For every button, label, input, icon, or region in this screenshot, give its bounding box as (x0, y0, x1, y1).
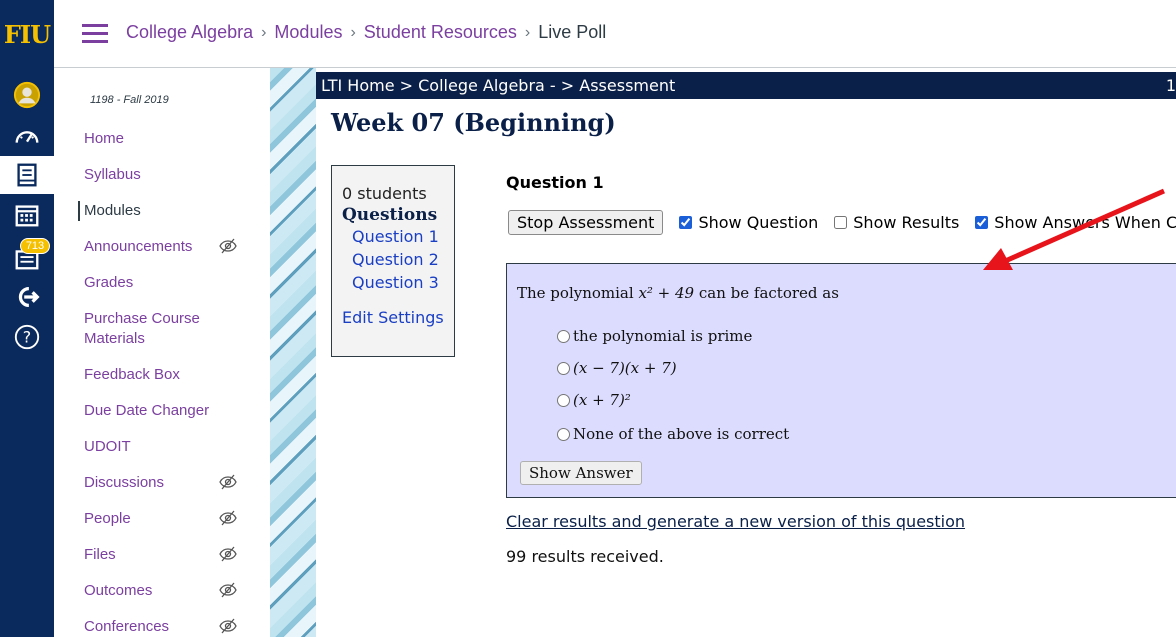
course-nav-label: Syllabus (84, 166, 141, 183)
help-icon[interactable]: ? (12, 322, 42, 352)
chevron-right-icon: › (350, 23, 356, 41)
prompt-text: can be factored as (694, 284, 839, 302)
course-nav-due-date-changer[interactable]: Due Date Changer (84, 401, 259, 421)
stop-assessment-button[interactable]: Stop Assessment (508, 210, 664, 235)
question-title: Question 1 (506, 173, 604, 192)
results-count: 99 results received. (506, 547, 664, 566)
decorative-background (270, 68, 316, 637)
answer-radio[interactable] (557, 427, 570, 441)
questions-heading: Questions (342, 205, 438, 225)
lti-breadcrumb-bar: LTI Home > College Algebra - > Assessmen… (316, 72, 1176, 99)
course-nav-modules[interactable]: Modules (78, 201, 253, 221)
course-nav-announcements[interactable]: Announcements (84, 237, 259, 257)
answer-choice-1[interactable]: the polynomial is prime (557, 327, 752, 345)
edit-settings-link[interactable]: Edit Settings (342, 308, 444, 327)
course-nav-syllabus[interactable]: Syllabus (84, 165, 259, 185)
hidden-eye-icon (219, 618, 237, 634)
answer-choice-label: (x − 7)(x + 7) (573, 359, 677, 377)
lti-bar-right-text: 1 (1165, 76, 1176, 95)
answer-radio[interactable] (557, 393, 570, 407)
question-link-1[interactable]: Question 1 (342, 225, 444, 248)
show-question-label: Show Question (698, 213, 819, 232)
course-nav-home[interactable]: Home (84, 129, 259, 149)
hidden-eye-icon (219, 582, 237, 598)
course-nav-label: Due Date Changer (84, 402, 210, 419)
course-nav-label: Purchase Course Materials (84, 310, 200, 347)
lti-breadcrumb[interactable]: LTI Home > College Algebra - > Assessmen… (321, 76, 675, 95)
fiu-logo[interactable]: FIU (0, 20, 54, 49)
breadcrumb-course[interactable]: College Algebra (126, 22, 253, 43)
show-results-checkbox[interactable] (834, 216, 848, 229)
courses-icon (12, 160, 42, 190)
hidden-eye-icon (219, 474, 237, 490)
course-nav-purchase-materials[interactable]: Purchase Course Materials (84, 309, 219, 349)
prompt-math: x² + 49 (638, 284, 695, 302)
commons-icon[interactable] (12, 282, 42, 312)
show-results-label: Show Results (853, 213, 960, 232)
course-nav-label: Modules (84, 202, 141, 219)
inbox-badge: 713 (20, 238, 50, 254)
annotation-arrow-icon (983, 188, 1166, 270)
account-icon[interactable] (12, 80, 42, 110)
lti-frame: LTI Home > College Algebra - > Assessmen… (316, 68, 1176, 637)
course-nav-outcomes[interactable]: Outcomes (84, 581, 259, 601)
course-nav-label: Feedback Box (84, 366, 180, 383)
question-link-2[interactable]: Question 2 (342, 248, 444, 271)
course-nav-conferences[interactable]: Conferences (84, 617, 259, 637)
answer-choice-2[interactable]: (x − 7)(x + 7) (557, 359, 677, 377)
course-nav-discussions[interactable]: Discussions (84, 473, 259, 493)
term-label: 1198 - Fall 2019 (90, 94, 169, 106)
course-header: College Algebra › Modules › Student Reso… (54, 0, 1176, 68)
course-nav-feedback-box[interactable]: Feedback Box (84, 365, 259, 385)
course-nav-people[interactable]: People (84, 509, 259, 529)
answer-choice-4[interactable]: None of the above is correct (557, 425, 789, 443)
hidden-eye-icon (219, 510, 237, 526)
course-nav-label: Conferences (84, 618, 170, 635)
hidden-eye-icon (219, 546, 237, 562)
hamburger-menu-icon[interactable] (82, 24, 108, 44)
course-nav-grades[interactable]: Grades (84, 273, 259, 293)
course-nav-label: People (84, 510, 131, 527)
answer-choice-label: (x + 7)² (573, 391, 631, 409)
chevron-right-icon: › (261, 23, 267, 41)
dashboard-icon[interactable] (12, 122, 42, 152)
course-nav-label: Grades (84, 274, 134, 291)
course-nav-label: Outcomes (84, 582, 153, 599)
global-nav: FIU 713 ? (0, 0, 54, 637)
breadcrumb-live-poll: Live Poll (538, 22, 607, 42)
show-answer-button[interactable]: Show Answer (520, 461, 642, 485)
breadcrumb-modules[interactable]: Modules (274, 22, 342, 43)
answer-choice-label: None of the above is correct (573, 425, 790, 443)
assessment-title: Week 07 (Beginning) (331, 108, 616, 137)
course-nav-label: Files (84, 546, 116, 563)
course-nav-label: Announcements (84, 238, 193, 255)
breadcrumb-student-resources[interactable]: Student Resources (364, 22, 517, 43)
course-nav-files[interactable]: Files (84, 545, 259, 565)
breadcrumb: College Algebra › Modules › Student Reso… (126, 22, 606, 43)
answer-choice-3[interactable]: (x + 7)² (557, 391, 631, 409)
course-nav: 1198 - Fall 2019 Home Syllabus Modules A… (78, 68, 270, 637)
chevron-right-icon: › (524, 23, 531, 41)
question-list-box: 0 students Questions Question 1 Question… (331, 165, 455, 357)
course-nav-label: Discussions (84, 474, 165, 491)
student-count: 0 students (342, 184, 427, 203)
courses-nav-item[interactable] (0, 156, 54, 194)
course-nav-label: UDOIT (84, 438, 131, 455)
answer-choice-label: the polynomial is prime (573, 327, 753, 345)
question-link-3[interactable]: Question 3 (342, 271, 444, 294)
prompt-text: The polynomial (517, 284, 639, 302)
course-nav-label: Home (84, 130, 125, 147)
question-panel: The polynomial x² + 49 can be factored a… (506, 263, 1176, 498)
answer-radio[interactable] (557, 329, 570, 343)
question-prompt: The polynomial x² + 49 can be factored a… (517, 284, 839, 302)
course-nav-udoit[interactable]: UDOIT (84, 437, 259, 457)
show-question-checkbox[interactable] (679, 216, 693, 229)
svg-text:?: ? (23, 328, 31, 347)
hidden-eye-icon (219, 238, 237, 254)
clear-results-link[interactable]: Clear results and generate a new version… (506, 512, 965, 531)
answer-radio[interactable] (557, 361, 570, 375)
calendar-icon[interactable] (12, 200, 42, 230)
